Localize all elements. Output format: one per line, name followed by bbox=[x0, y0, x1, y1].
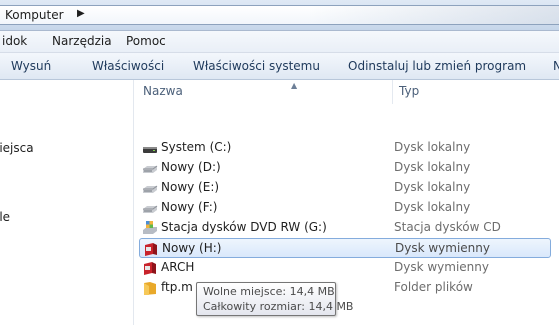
file-name: Nowy (E:) bbox=[161, 180, 220, 194]
file-type: Dysk lokalny bbox=[394, 200, 471, 214]
file-name: Nowy (F:) bbox=[161, 200, 218, 214]
file-type: Dysk lokalny bbox=[394, 180, 471, 194]
tooltip-total-size: Całkowity rozmiar: 14,4 MB bbox=[203, 300, 354, 313]
eject-button[interactable]: Wysuń bbox=[11, 59, 51, 73]
command-toolbar: Wysuń Właściwości Właściwości systemu Od… bbox=[0, 53, 559, 80]
system-properties-button[interactable]: Właściwości systemu bbox=[193, 59, 320, 73]
hard-drive-icon bbox=[143, 185, 158, 193]
address-field[interactable]: Komputer ▶ bbox=[0, 5, 559, 25]
hard-drive-icon bbox=[143, 205, 158, 213]
menu-tools[interactable]: Narzędzia bbox=[52, 34, 112, 48]
removable-drive-icon bbox=[145, 243, 157, 256]
system-drive-icon bbox=[143, 147, 157, 153]
file-row-selected[interactable]: Nowy (H:) Dysk wymienny bbox=[139, 238, 551, 258]
file-name: Stacja dysków DVD RW (G:) bbox=[161, 220, 327, 234]
file-type: Dysk lokalny bbox=[394, 160, 471, 174]
file-row[interactable]: Nowy (E:) Dysk lokalny bbox=[139, 178, 551, 198]
breadcrumb-komputer[interactable]: Komputer bbox=[5, 8, 64, 22]
file-type: Dysk lokalny bbox=[394, 140, 471, 154]
nav-item-places[interactable]: iiejsca bbox=[0, 141, 34, 155]
file-name: ftp.m bbox=[161, 280, 193, 294]
file-type: Stacja dysków CD bbox=[394, 220, 501, 234]
navigation-pane: iiejsca jle bbox=[0, 80, 133, 325]
folder-icon bbox=[144, 282, 156, 295]
file-type: Dysk wymienny bbox=[395, 241, 490, 255]
uninstall-program-button[interactable]: Odinstaluj lub zmień program bbox=[348, 59, 526, 73]
column-header-name-label: Nazwa bbox=[143, 84, 183, 98]
menu-help[interactable]: Pomoc bbox=[126, 34, 166, 48]
more-toolbar-button[interactable]: N bbox=[553, 59, 559, 73]
nav-item-google[interactable]: jle bbox=[0, 210, 10, 224]
file-row[interactable]: Nowy (D:) Dysk lokalny bbox=[139, 158, 551, 178]
file-type: Folder plików bbox=[394, 280, 473, 294]
file-name: Nowy (H:) bbox=[162, 241, 222, 255]
file-name: Nowy (D:) bbox=[161, 160, 221, 174]
column-separator[interactable] bbox=[392, 80, 393, 104]
dvd-drive-icon bbox=[143, 221, 157, 234]
file-name: ARCH bbox=[161, 260, 195, 274]
hard-drive-icon bbox=[143, 165, 158, 173]
column-header-name[interactable]: Nazwa ▲ bbox=[143, 81, 297, 98]
removable-drive-icon bbox=[144, 262, 156, 275]
file-name: System (C:) bbox=[161, 140, 232, 154]
properties-button[interactable]: Właściwości bbox=[92, 59, 164, 73]
file-row[interactable]: Stacja dysków DVD RW (G:) Stacja dysków … bbox=[139, 218, 551, 238]
file-row[interactable]: System (C:) Dysk lokalny bbox=[139, 138, 551, 158]
file-row[interactable]: Nowy (F:) Dysk lokalny bbox=[139, 198, 551, 218]
sort-ascending-icon: ▲ bbox=[291, 81, 298, 90]
file-type: Dysk wymienny bbox=[394, 260, 489, 274]
file-row[interactable]: ARCH Dysk wymienny bbox=[139, 258, 551, 278]
menu-view[interactable]: idok bbox=[2, 34, 27, 48]
address-bar: Komputer ▶ bbox=[0, 0, 559, 31]
drive-tooltip: Wolne miejsce: 14,4 MB Całkowity rozmiar… bbox=[196, 282, 353, 316]
column-header-type[interactable]: Typ bbox=[399, 84, 419, 98]
tooltip-free-space: Wolne miejsce: 14,4 MB bbox=[203, 285, 335, 298]
menu-bar: idok Narzędzia Pomoc bbox=[0, 31, 559, 53]
breadcrumb-chevron-icon[interactable]: ▶ bbox=[77, 8, 85, 19]
